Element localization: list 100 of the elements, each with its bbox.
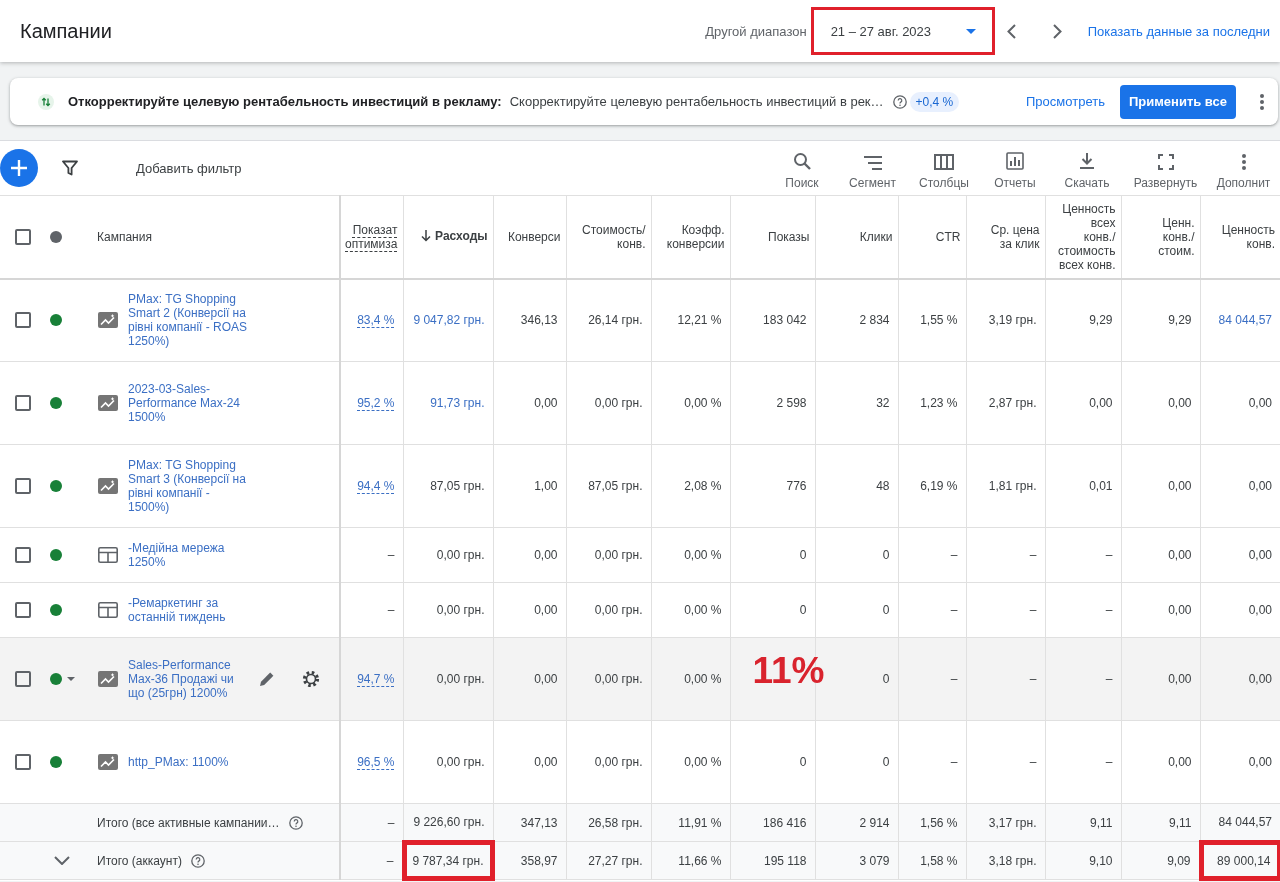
checkbox[interactable] — [15, 395, 31, 411]
column-header[interactable]: CTR — [898, 195, 966, 279]
checkbox[interactable] — [15, 671, 31, 687]
plus-icon — [11, 160, 27, 176]
expand-button[interactable]: Развернуть — [1124, 146, 1207, 190]
table-cell: 0,00 грн. — [403, 527, 493, 583]
table-cell: 0 — [815, 582, 898, 638]
recommendation-title: Откорректируйте целевую рентабельность инвестиций в рекламу: — [68, 94, 502, 109]
table-cell: 0,00 грн. — [566, 527, 651, 583]
table-cell: 2 598 — [730, 361, 815, 445]
add-filter-link[interactable]: Добавить фильтр — [136, 160, 242, 176]
campaign-link[interactable]: http_PMax: 1100% — [128, 755, 251, 769]
help-icon[interactable] — [190, 853, 205, 868]
column-header[interactable]: Кампания — [80, 195, 340, 279]
table-cell: 0,00 — [1121, 582, 1200, 638]
column-header[interactable]: Расходы — [403, 195, 493, 279]
search-icon — [793, 152, 811, 170]
filter-icon[interactable] — [62, 160, 78, 176]
checkbox[interactable] — [15, 478, 31, 494]
search-button[interactable]: Поиск — [767, 146, 837, 190]
segment-button[interactable]: Сегмент — [837, 146, 908, 190]
checkbox[interactable] — [15, 547, 31, 563]
more-icon[interactable] — [1260, 93, 1264, 110]
table-cell: 0,00 грн. — [566, 582, 651, 638]
reports-button[interactable]: Отчеты — [980, 146, 1050, 190]
campaign-link[interactable]: -Медійна мережа 1250% — [128, 541, 251, 569]
table-cell: 195 118 — [730, 841, 815, 880]
table-cell: 0,01 — [1045, 444, 1121, 528]
column-header[interactable]: Конверси — [493, 195, 566, 279]
table-cell: 0,00 грн. — [566, 637, 651, 721]
table-cell: 1,58 % — [898, 841, 966, 880]
table-cell: 0,00 — [1200, 582, 1280, 638]
table-cell: 1,81 грн. — [966, 444, 1045, 528]
table-cell: 0,00 % — [651, 720, 730, 804]
help-icon[interactable] — [288, 815, 303, 830]
help-icon[interactable] — [892, 94, 907, 109]
table-cell: 9 226,60 грн. — [403, 803, 493, 842]
table-cell: – — [1045, 720, 1121, 804]
column-header[interactable]: Ценность конв. — [1200, 195, 1280, 279]
table-cell: 0,00 грн. — [403, 637, 493, 721]
apply-all-button[interactable]: Применить все — [1119, 84, 1236, 119]
column-header[interactable]: Показы — [730, 195, 815, 279]
table-cell: 0,00 — [1200, 361, 1280, 445]
metric-link[interactable]: 91,73 грн. — [430, 396, 485, 410]
table-cell: 3,17 грн. — [966, 803, 1045, 842]
checkbox[interactable] — [15, 312, 31, 329]
table-cell: – — [966, 527, 1045, 583]
table-cell: 3 079 — [815, 841, 898, 880]
table-cell: 0,00 грн. — [403, 582, 493, 638]
table-cell: – — [966, 720, 1045, 804]
table-cell: 0,00 грн. — [403, 720, 493, 804]
metric-link[interactable]: 94,4 % — [357, 479, 395, 493]
table-cell: 1,56 % — [898, 803, 966, 842]
campaign-link[interactable]: 2023-03-Sales-Performance Max-24 1500% — [128, 382, 251, 424]
metric-link[interactable]: 94,7 % — [357, 672, 395, 686]
chevron-right-icon[interactable] — [1052, 23, 1062, 39]
chevron-down-icon[interactable] — [54, 856, 70, 865]
table-cell: 0,00 грн. — [566, 361, 651, 445]
metric-link[interactable]: 83,4 % — [357, 313, 395, 328]
campaign-link[interactable]: PMax: TG Shopping Smart 2 (Конверсії на рівні компанії - ROAS 1250%) — [128, 292, 251, 349]
table-cell: 9 787,34 грн. — [403, 841, 493, 880]
settings-icon[interactable] — [302, 670, 320, 688]
add-button[interactable] — [0, 149, 38, 187]
metric-link[interactable]: 96,5 % — [357, 755, 395, 769]
metric-link[interactable]: 95,2 % — [357, 396, 395, 410]
column-header[interactable]: Стоимость/ конв. — [566, 195, 651, 279]
range-label: Другой диапазон — [705, 23, 807, 39]
download-button[interactable]: Скачать — [1050, 146, 1124, 190]
column-header[interactable]: Коэфф. конверсии — [651, 195, 730, 279]
checkbox[interactable] — [15, 228, 31, 245]
table-cell: 32 — [815, 361, 898, 445]
table-cell: – — [1045, 582, 1121, 638]
checkbox[interactable] — [15, 754, 31, 770]
table-cell: 89 000,14 — [1200, 841, 1280, 880]
table-cell: 27,27 грн. — [566, 841, 651, 880]
campaign-link[interactable]: PMax: TG Shopping Smart 3 (Конверсії на рівні компанії - 1500%) — [128, 458, 251, 514]
table-cell: 346,13 — [493, 278, 566, 362]
columns-button[interactable]: Столбцы — [908, 146, 980, 190]
page-title: Кампании — [20, 19, 112, 43]
date-range-dropdown[interactable]: 21 – 27 авг. 2023 — [810, 7, 995, 55]
column-header[interactable]: Показат оптимиза — [340, 195, 403, 279]
column-header[interactable]: Ценность всех конв./ стоимость всех конв. — [1045, 195, 1121, 279]
column-header[interactable]: Клики — [815, 195, 898, 279]
view-link[interactable]: Просмотреть — [1026, 94, 1105, 109]
checkbox[interactable] — [15, 602, 31, 618]
metric-link[interactable]: 9 047,82 грн. — [413, 313, 485, 328]
chevron-left-icon[interactable] — [1006, 23, 1016, 39]
metric-link[interactable]: 84 044,57 — [1218, 313, 1272, 328]
caret-icon[interactable] — [67, 677, 75, 681]
campaign-link[interactable]: -Ремаркетинг за останній тиждень — [128, 596, 251, 624]
campaign-link[interactable]: Sales-Performance Max-36 Продажі чи що (25грн) 1200% — [128, 658, 251, 700]
column-header[interactable]: Ср. цена за клик — [966, 195, 1045, 279]
more-button[interactable]: Дополнит — [1207, 146, 1280, 190]
column-header[interactable]: Ценн. конв./ стоим. — [1121, 195, 1200, 279]
table-cell: 0,00 — [1045, 361, 1121, 445]
table-cell: 0,00 — [1121, 720, 1200, 804]
pencil-icon[interactable] — [259, 671, 275, 687]
table-cell: 0 — [815, 720, 898, 804]
show-data-link[interactable]: Показать данные за последни — [1087, 23, 1270, 39]
download-icon — [1079, 152, 1095, 170]
